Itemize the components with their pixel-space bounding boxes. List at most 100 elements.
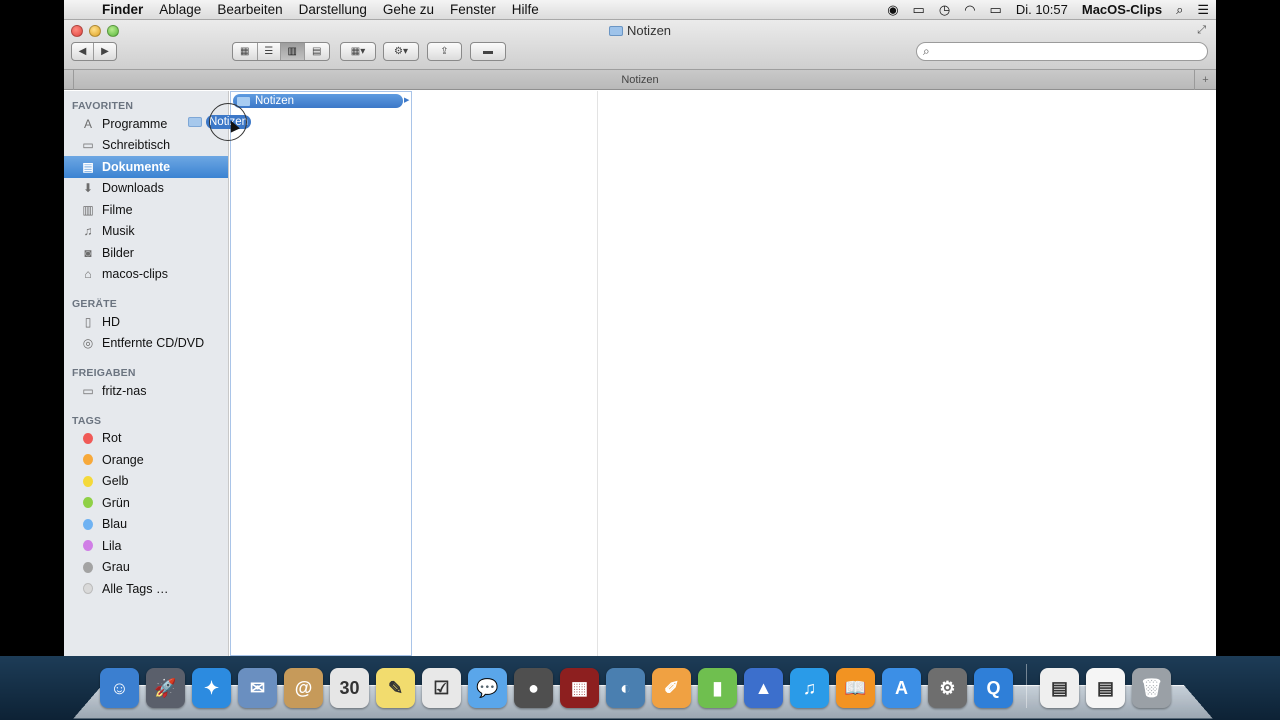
- tag-icon: ▬: [471, 43, 505, 60]
- menu-gehe-zu[interactable]: Gehe zu: [375, 2, 442, 17]
- safari-icon[interactable]: ✦: [192, 668, 231, 708]
- sidebar-tag-orange[interactable]: Orange: [64, 449, 228, 471]
- browser-column-1[interactable]: Notizen ▶: [230, 91, 412, 656]
- clock[interactable]: Di. 10:57: [1009, 2, 1075, 17]
- sidebar-header-shared: FREIGABEN: [64, 366, 228, 380]
- home-icon: ⌂: [80, 266, 96, 282]
- facetime-icon[interactable]: ●: [514, 668, 553, 708]
- sidebar-tag-gruen[interactable]: Grün: [64, 492, 228, 514]
- view-mode-group: ▦ ☰ ▥ ▤: [232, 42, 330, 61]
- sidebar-item-downloads[interactable]: ⬇ Downloads: [64, 178, 228, 200]
- share-button[interactable]: ⇪: [427, 42, 462, 61]
- forward-button[interactable]: ▶: [94, 43, 116, 60]
- back-button[interactable]: ◀: [72, 43, 94, 60]
- document-stack-icon[interactable]: ▤: [1040, 668, 1079, 708]
- user-menu[interactable]: MacOS-Clips: [1075, 2, 1169, 17]
- spotlight-icon[interactable]: ⌕: [1169, 2, 1190, 18]
- iphoto-icon[interactable]: ◐: [606, 668, 645, 708]
- red-tag-icon: [83, 433, 93, 444]
- sidebar-item-bilder[interactable]: ◙ Bilder: [64, 242, 228, 264]
- menu-app-finder[interactable]: Finder: [94, 2, 151, 17]
- launchpad-icon[interactable]: 🚀: [146, 668, 185, 708]
- sidebar-tag-lila[interactable]: Lila: [64, 535, 228, 557]
- downloads-icon: ⬇: [80, 180, 96, 196]
- arrange-button[interactable]: ▦▾: [340, 42, 376, 61]
- tab-notizen[interactable]: Notizen: [621, 74, 658, 86]
- window-title: Notizen: [64, 23, 1216, 38]
- trash-icon[interactable]: 🗑: [1132, 668, 1171, 708]
- sidebar-item-fritz-nas[interactable]: ▭ fritz-nas: [64, 380, 228, 402]
- quicktime-icon[interactable]: Q: [974, 668, 1013, 708]
- pictures-icon: ◙: [80, 245, 96, 261]
- action-button[interactable]: ⚙▾: [383, 42, 419, 61]
- cover-flow-button[interactable]: ▤: [305, 43, 329, 60]
- browser-column-2[interactable]: [413, 91, 598, 656]
- dock-separator: [1026, 664, 1027, 708]
- itunes-icon[interactable]: ♫: [790, 668, 829, 708]
- column-view-button[interactable]: ▥: [281, 43, 305, 60]
- sidebar-item-label: Entfernte CD/DVD: [102, 336, 204, 350]
- search-input[interactable]: [934, 45, 1207, 59]
- sidebar-item-macos-clips[interactable]: ⌂ macos-clips: [64, 264, 228, 286]
- disc-icon: ◎: [80, 335, 96, 351]
- window-title-text: Notizen: [627, 23, 671, 38]
- sidebar-item-filme[interactable]: ▥ Filme: [64, 199, 228, 221]
- sidebar-tag-gelb[interactable]: Gelb: [64, 471, 228, 493]
- menu-ablage[interactable]: Ablage: [151, 2, 209, 17]
- app-store-icon[interactable]: A: [882, 668, 921, 708]
- document-preview-icon[interactable]: ▤: [1086, 668, 1125, 708]
- sidebar-item-hd[interactable]: ▯ HD: [64, 311, 228, 333]
- sidebar-item-schreibtisch[interactable]: ▭ Schreibtisch: [64, 135, 228, 157]
- numbers-icon[interactable]: ▮: [698, 668, 737, 708]
- fullscreen-icon[interactable]: ⤢: [1197, 24, 1206, 37]
- arrange-icon: ▦▾: [341, 43, 375, 60]
- wifi-icon[interactable]: ◠: [957, 2, 982, 18]
- keynote-icon[interactable]: ▲: [744, 668, 783, 708]
- photo-booth-icon[interactable]: ▦: [560, 668, 599, 708]
- new-tab-button[interactable]: +: [1194, 70, 1216, 90]
- sidebar-tag-grau[interactable]: Grau: [64, 557, 228, 579]
- hard-drive-icon: ▯: [80, 314, 96, 330]
- column-item-notizen[interactable]: Notizen: [233, 94, 403, 108]
- sidebar-item-remote-disc[interactable]: ◎ Entfernte CD/DVD: [64, 333, 228, 355]
- icon-view-button[interactable]: ▦: [233, 43, 258, 60]
- server-icon: ▭: [80, 383, 96, 399]
- list-view-button[interactable]: ☰: [258, 43, 282, 60]
- contacts-icon[interactable]: @: [284, 668, 323, 708]
- sidebar-item-label: Lila: [102, 539, 121, 553]
- sidebar-item-label: macos-clips: [102, 267, 168, 281]
- ibooks-icon[interactable]: 📖: [836, 668, 875, 708]
- sidebar-header-tags: TAGS: [64, 414, 228, 428]
- search-field[interactable]: ⌕: [916, 42, 1208, 61]
- sidebar-tag-blau[interactable]: Blau: [64, 514, 228, 536]
- menu-bearbeiten[interactable]: Bearbeiten: [209, 2, 290, 17]
- system-preferences-icon[interactable]: ⚙: [928, 668, 967, 708]
- tab-bar-left-cap: [64, 70, 74, 90]
- mail-icon[interactable]: ✉: [238, 668, 277, 708]
- sidebar-tag-rot[interactable]: Rot: [64, 428, 228, 450]
- sidebar-item-label: Schreibtisch: [102, 138, 170, 152]
- green-tag-icon: [83, 497, 93, 508]
- blue-tag-icon: [83, 519, 93, 530]
- menu-darstellung[interactable]: Darstellung: [291, 2, 375, 17]
- notes-icon[interactable]: ✎: [376, 668, 415, 708]
- desktop-right: [1216, 0, 1280, 720]
- finder-icon[interactable]: ☺: [100, 668, 139, 708]
- sidebar-item-dokumente[interactable]: ▤ Dokumente: [64, 156, 228, 178]
- folder-icon: [237, 97, 250, 106]
- sidebar-item-musik[interactable]: ♫ Musik: [64, 221, 228, 243]
- messages-icon[interactable]: 💬: [468, 668, 507, 708]
- airplay-icon[interactable]: ▭: [906, 2, 932, 18]
- time-machine-icon[interactable]: ◷: [932, 2, 957, 18]
- sidebar-tag-all[interactable]: Alle Tags …: [64, 578, 228, 600]
- pages-icon[interactable]: ✐: [652, 668, 691, 708]
- notification-center-icon[interactable]: ☰: [1190, 2, 1216, 18]
- record-status-icon[interactable]: ◉: [880, 2, 905, 18]
- calendar-icon[interactable]: 30: [330, 668, 369, 708]
- tags-button[interactable]: ▬: [470, 42, 506, 61]
- documents-icon: ▤: [80, 159, 96, 175]
- menu-fenster[interactable]: Fenster: [442, 2, 504, 17]
- reminders-icon[interactable]: ☑: [422, 668, 461, 708]
- menu-hilfe[interactable]: Hilfe: [504, 2, 547, 17]
- battery-icon[interactable]: ▭: [983, 2, 1009, 18]
